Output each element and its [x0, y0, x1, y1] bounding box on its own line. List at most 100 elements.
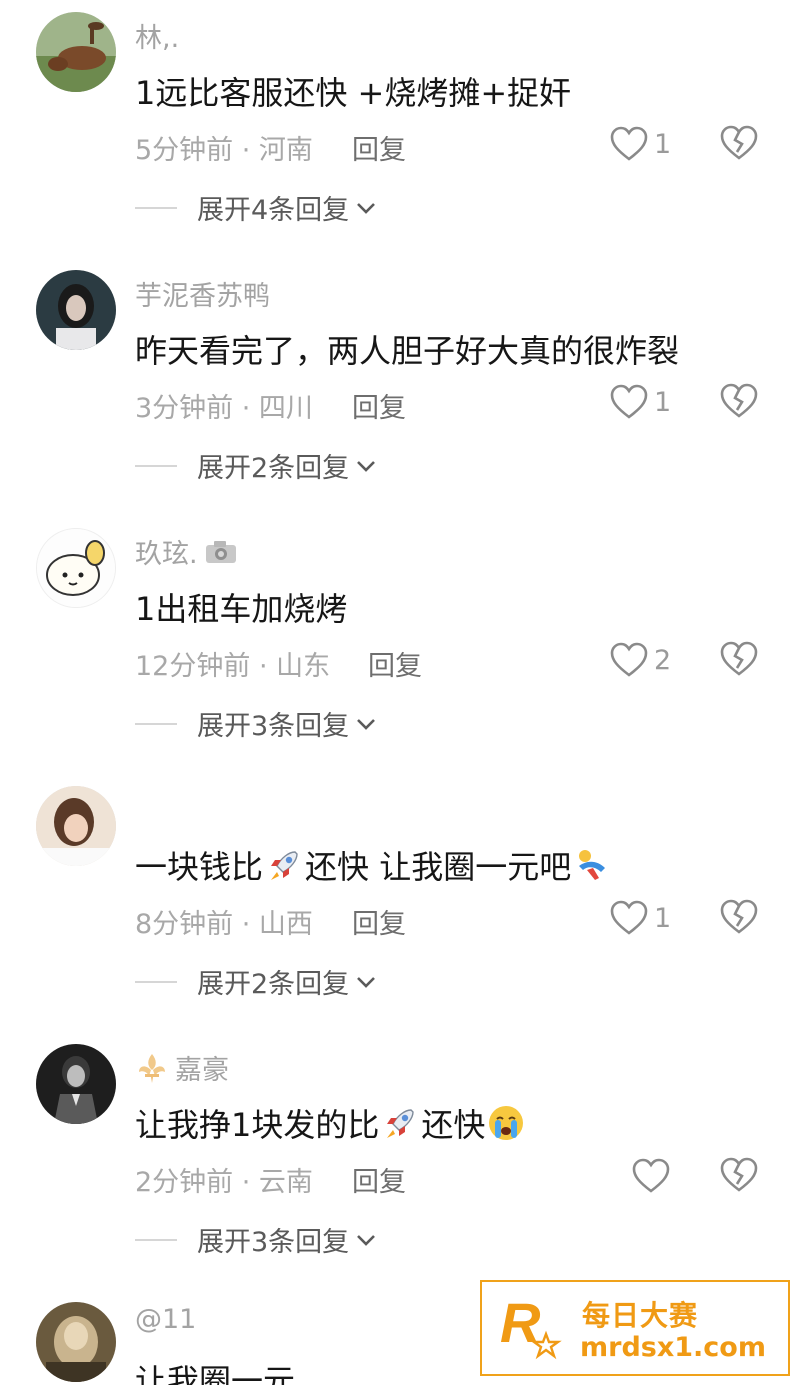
comment-text: 昨天看完了，两人胆子好大真的很炸裂	[135, 326, 679, 372]
watermark-banner: R 每日大赛 mrdsx1.com	[480, 1280, 790, 1376]
comment-text: 1出租车加烧烤	[135, 584, 347, 630]
comment-meta: 12分钟前 · 山东	[135, 651, 331, 682]
comment-text-content: 昨天看完了，两人胆子好大真的很炸裂	[135, 332, 680, 370]
logo-icon: R	[500, 1292, 562, 1360]
like-count: 1	[654, 386, 672, 418]
comment-meta: 3分钟前 · 四川	[135, 393, 313, 424]
comment-item: 玖玹. 1出租车加烧烤 12分钟前 · 山东 回复 2 展开3条回复	[0, 516, 800, 774]
dancing-emoji	[573, 846, 611, 884]
username[interactable]: 玖玹.	[135, 532, 238, 571]
broken-heart-icon	[720, 383, 760, 419]
reply-button[interactable]: 回复	[368, 644, 422, 683]
comment-text-content: 还快 让我圈一元吧	[305, 848, 572, 886]
like-button[interactable]: 2	[610, 640, 671, 680]
comment-item: 嘉豪 让我挣1块发的比 还快 2分钟前 · 云南 回复 展开3条回复	[0, 1032, 800, 1290]
reply-button[interactable]: 回复	[352, 386, 406, 425]
heart-icon	[632, 1158, 670, 1194]
like-count: 2	[654, 644, 672, 676]
broken-heart-icon	[720, 125, 760, 161]
divider	[135, 1238, 177, 1241]
comment-item: 芋泥香苏鸭 昨天看完了，两人胆子好大真的很炸裂 3分钟前 · 四川 回复 1 展…	[0, 258, 800, 516]
username[interactable]: 芋泥香苏鸭	[135, 274, 270, 313]
like-button[interactable]	[632, 1156, 676, 1196]
expand-replies-button[interactable]: 展开4条回复	[135, 188, 377, 227]
username[interactable]: 林,.	[135, 16, 179, 55]
username-text[interactable]: @11	[135, 1304, 196, 1335]
dislike-button[interactable]	[720, 125, 760, 163]
comment-text-content: 让我挣1块发的比	[135, 1106, 380, 1144]
rocket-emoji	[265, 846, 303, 884]
username-text[interactable]: 芋泥香苏鸭	[135, 274, 270, 313]
avatar[interactable]	[36, 1044, 116, 1124]
comment-text: 一块钱比 还快 让我圈一元吧	[135, 842, 613, 888]
comment-text: 1远比客服还快 +烧烤摊+捉奸	[135, 68, 571, 114]
heart-icon	[610, 126, 648, 162]
comment-meta: 2分钟前 · 云南	[135, 1167, 313, 1198]
expand-replies-label: 展开4条回复	[197, 195, 350, 226]
comment-text-content: 还快	[421, 1106, 486, 1144]
chevron-down-icon	[357, 718, 376, 730]
crying-emoji	[487, 1104, 525, 1142]
username[interactable]: @11	[135, 1304, 196, 1335]
avatar[interactable]	[36, 528, 116, 608]
like-button[interactable]: 1	[610, 382, 671, 422]
logo-letter: R	[500, 1292, 541, 1354]
broken-heart-icon	[720, 641, 760, 677]
username-text[interactable]: 嘉豪	[175, 1048, 229, 1087]
heart-icon	[610, 384, 648, 420]
expand-replies-label: 展开3条回复	[197, 711, 350, 742]
dislike-button[interactable]	[720, 383, 760, 421]
comment-meta: 8分钟前 · 山西	[135, 909, 313, 940]
rocket-emoji	[381, 1104, 419, 1142]
divider	[135, 722, 177, 725]
avatar[interactable]	[36, 786, 116, 866]
watermark-url: mrdsx1.com	[580, 1332, 766, 1363]
like-button[interactable]: 1	[610, 124, 671, 164]
fleur-de-lis-icon	[139, 1053, 165, 1083]
dislike-button[interactable]	[720, 899, 760, 937]
heart-icon	[610, 900, 648, 936]
expand-replies-button[interactable]: 展开2条回复	[135, 446, 377, 485]
comment-text-content: 一块钱比	[135, 848, 264, 886]
like-button[interactable]: 1	[610, 898, 671, 938]
comment-meta: 5分钟前 · 河南	[135, 135, 313, 166]
watermark-title: 每日大赛	[582, 1299, 699, 1332]
expand-replies-button[interactable]: 展开3条回复	[135, 704, 377, 743]
avatar[interactable]	[36, 1302, 116, 1382]
username[interactable]: 嘉豪	[135, 1048, 229, 1087]
like-count: 1	[654, 128, 672, 160]
chevron-down-icon	[357, 202, 376, 214]
reply-button[interactable]: 回复	[352, 1160, 406, 1199]
avatar[interactable]	[36, 270, 116, 350]
comment-text-content: 1出租车加烧烤	[135, 590, 348, 628]
expand-replies-label: 展开3条回复	[197, 1227, 350, 1258]
chevron-down-icon	[357, 976, 376, 988]
broken-heart-icon	[720, 899, 760, 935]
comment-text: 让我挣1块发的比 还快	[135, 1100, 527, 1146]
username-text[interactable]: 林,.	[135, 16, 179, 55]
chevron-down-icon	[357, 1234, 376, 1246]
dislike-button[interactable]	[720, 641, 760, 679]
divider	[135, 464, 177, 467]
username-text[interactable]: 玖玹.	[135, 532, 198, 571]
camera-icon	[205, 540, 236, 563]
expand-replies-label: 展开2条回复	[197, 969, 350, 1000]
comment-item: 一块钱比 还快 让我圈一元吧 8分钟前 · 山西 回复 1 展开2条回复	[0, 774, 800, 1032]
comment-text-content: 1远比客服还快 +烧烤摊+捉奸	[135, 74, 572, 112]
broken-heart-icon	[720, 1157, 760, 1193]
comment-item: 林,. 1远比客服还快 +烧烤摊+捉奸 5分钟前 · 河南 回复 1 展开4条回…	[0, 0, 800, 258]
expand-replies-button[interactable]: 展开3条回复	[135, 1220, 377, 1259]
expand-replies-label: 展开2条回复	[197, 453, 350, 484]
like-count: 1	[654, 902, 672, 934]
avatar[interactable]	[36, 12, 116, 92]
divider	[135, 980, 177, 983]
reply-button[interactable]: 回复	[352, 128, 406, 167]
dislike-button[interactable]	[720, 1157, 760, 1195]
comment-text: 让我圈一元	[135, 1356, 295, 1385]
comment-text-content: 让我圈一元	[135, 1362, 296, 1385]
divider	[135, 206, 177, 209]
heart-icon	[610, 642, 648, 678]
reply-button[interactable]: 回复	[352, 902, 406, 941]
expand-replies-button[interactable]: 展开2条回复	[135, 962, 377, 1001]
chevron-down-icon	[357, 460, 376, 472]
